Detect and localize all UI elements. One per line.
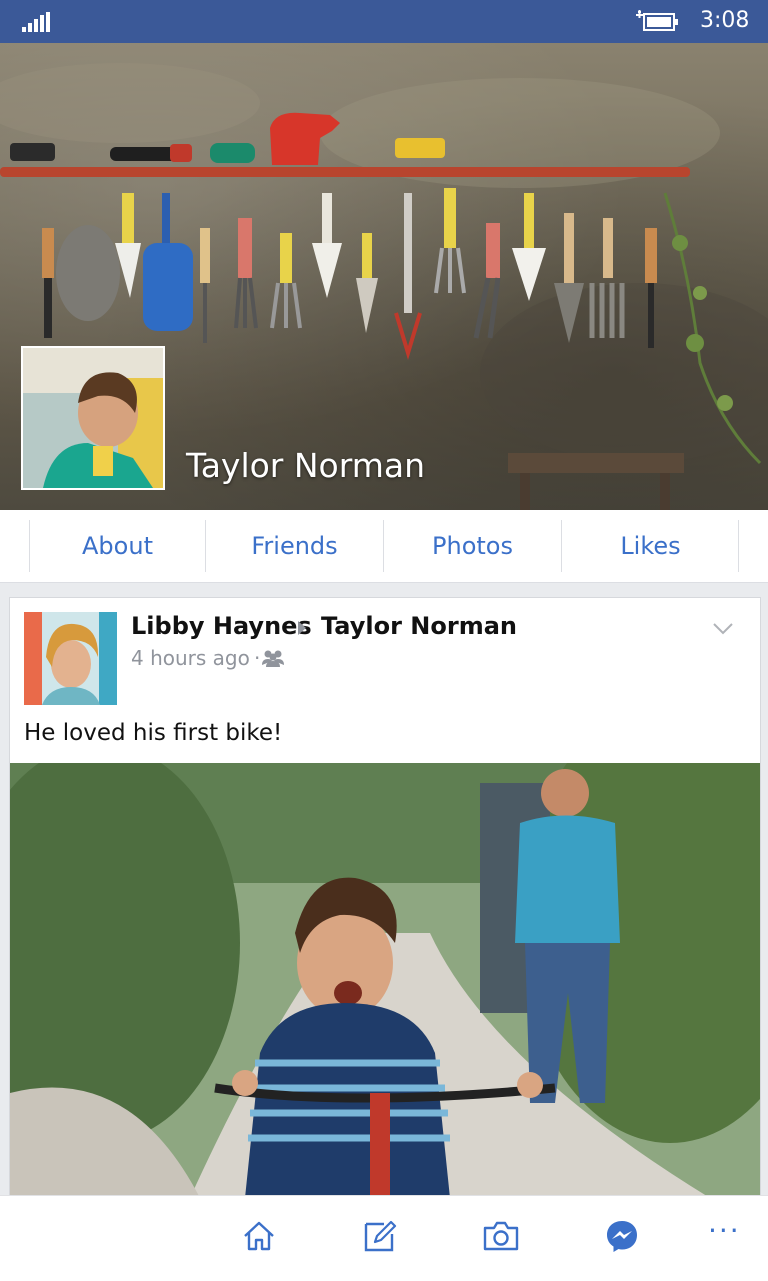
profile-picture (23, 348, 163, 488)
post-photo[interactable] (10, 763, 760, 1198)
compose-icon[interactable] (362, 1218, 398, 1254)
arrow-right-icon (298, 621, 306, 635)
status-bar: 3:08 (0, 0, 768, 43)
post-target-name[interactable]: Taylor Norman (321, 612, 517, 640)
camera-icon[interactable] (483, 1218, 519, 1254)
friends-icon (262, 650, 284, 667)
tab-friends[interactable]: Friends (206, 510, 383, 582)
tab-divider (738, 520, 739, 572)
profile-name: Taylor Norman (186, 446, 426, 485)
cover-photo[interactable]: Taylor Norman (0, 43, 768, 510)
post-caption: He loved his first bike! (24, 720, 283, 746)
profile-tabs: About Friends Photos Likes (0, 510, 768, 583)
post-author-name[interactable]: Libby Haynes (131, 612, 312, 640)
messenger-icon[interactable] (604, 1218, 640, 1254)
app-bar: ··· (0, 1195, 768, 1281)
tab-likes[interactable]: Likes (562, 510, 739, 582)
clock: 3:08 (700, 8, 750, 33)
profile-avatar[interactable] (21, 346, 165, 490)
tab-photos[interactable]: Photos (384, 510, 561, 582)
meta-separator: · (254, 646, 261, 670)
signal-icon (22, 12, 50, 32)
author-picture (24, 612, 117, 705)
post-image (10, 763, 760, 1198)
home-icon[interactable] (241, 1218, 277, 1254)
battery-charging-icon (636, 10, 678, 31)
chevron-down-icon[interactable] (713, 623, 733, 635)
post-timestamp[interactable]: 4 hours ago (131, 646, 250, 670)
more-icon[interactable]: ··· (708, 1214, 741, 1247)
tab-about[interactable]: About (29, 510, 206, 582)
news-feed-post: Libby Haynes Taylor Norman 4 hours ago ·… (9, 597, 761, 1199)
post-author-avatar[interactable] (24, 612, 117, 705)
